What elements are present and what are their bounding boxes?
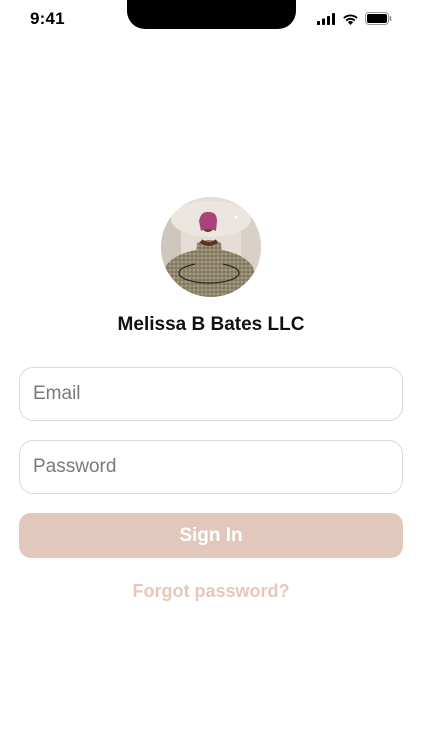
forgot-password-link[interactable]: Forgot password? [0, 581, 422, 602]
battery-icon [365, 12, 392, 25]
email-field[interactable] [19, 367, 403, 421]
status-time: 9:41 [30, 9, 65, 28]
device-notch [127, 0, 296, 29]
cellular-signal-icon [317, 12, 336, 25]
wifi-icon [342, 13, 359, 25]
status-bar: 9:41 [0, 0, 422, 40]
password-field[interactable] [19, 440, 403, 494]
business-avatar [161, 197, 261, 297]
login-screen: 9:41 Melissa B Bates LLC Email Sign In F… [0, 0, 422, 750]
status-icons [317, 12, 392, 25]
business-name: Melissa B Bates LLC [117, 314, 305, 335]
sign-in-button[interactable]: Sign In [19, 513, 403, 558]
